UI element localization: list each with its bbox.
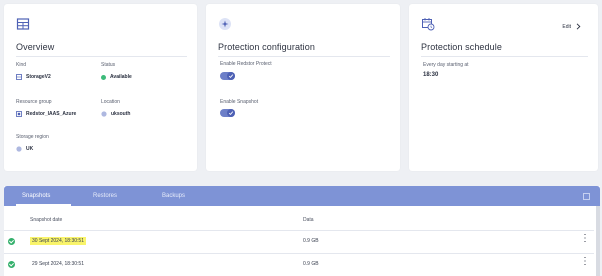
- kind-value: StorageV2: [16, 74, 51, 80]
- schedule-time-value: 18:30: [423, 72, 439, 78]
- data-size-cell: 0.9 GB: [303, 261, 319, 267]
- schedule-card: Edit Protection schedule Every day start…: [409, 4, 598, 171]
- location-label: Location: [101, 99, 120, 105]
- divider: [16, 56, 187, 57]
- storage-region-label: Storage region: [16, 134, 49, 140]
- edit-label: Edit: [562, 23, 571, 30]
- expand-icon[interactable]: [583, 193, 590, 200]
- status-dot-icon: [101, 74, 106, 80]
- more-options-icon[interactable]: ⋮: [580, 257, 590, 267]
- divider: [218, 56, 390, 57]
- kind-label: Kind: [16, 62, 27, 68]
- kind-value-text: StorageV2: [26, 74, 51, 80]
- check-icon: [227, 72, 235, 80]
- status-label: Status: [101, 62, 116, 68]
- protection-card: Protection configuration Enable Redstor …: [206, 4, 400, 171]
- snapshot-date-cell: 30 Sept 2024, 18:30:51: [30, 237, 86, 245]
- table-row[interactable]: 30 Sept 2024, 18:30:51 0.9 GB ⋮: [4, 231, 594, 253]
- table-row[interactable]: 29 Sept 2024, 18:30:51 0.9 GB ⋮: [4, 254, 594, 276]
- storage-icon: [16, 74, 22, 80]
- snapshot-toggle[interactable]: [220, 109, 235, 117]
- location-value: uksouth: [101, 111, 130, 117]
- tab-bar: Snapshots Restores Backups: [4, 186, 600, 206]
- divider: [421, 56, 588, 57]
- success-check-icon: [8, 238, 15, 245]
- snapshot-date-cell: 29 Sept 2024, 18:30:51: [32, 261, 84, 267]
- snapshot-label: Enable Snapshot: [220, 99, 259, 105]
- active-tab-indicator: [16, 204, 71, 206]
- storage-region-value: UK: [16, 146, 33, 152]
- table-icon: [16, 18, 30, 30]
- chevron-right-icon: [576, 23, 581, 30]
- overview-title: Overview: [16, 42, 55, 52]
- status-value: Available: [101, 74, 132, 80]
- column-header-snapshot-date[interactable]: Snapshot date: [30, 217, 62, 223]
- status-value-text: Available: [110, 74, 132, 80]
- schedule-title: Protection schedule: [421, 42, 502, 52]
- redstor-protect-toggle[interactable]: [220, 72, 235, 80]
- location-value-text: uksouth: [111, 111, 131, 117]
- tab-restores[interactable]: Restores: [93, 186, 117, 206]
- edit-schedule-button[interactable]: Edit: [562, 23, 581, 30]
- overview-card: Overview Kind StorageV2 Status Available…: [4, 4, 197, 171]
- storage-region-value-text: UK: [26, 146, 34, 152]
- more-options-icon[interactable]: ⋮: [580, 234, 590, 244]
- globe-icon: [101, 111, 107, 117]
- resource-group-value: Redstor_IAAS_Azure: [16, 111, 76, 117]
- column-header-data[interactable]: Data: [303, 217, 314, 223]
- globe-icon: [16, 146, 22, 152]
- protection-title: Protection configuration: [218, 42, 315, 52]
- data-size-cell: 0.9 GB: [303, 238, 319, 244]
- schedule-frequency-label: Every day starting at: [423, 62, 469, 68]
- check-icon: [227, 109, 235, 117]
- protection-icon: [219, 18, 231, 30]
- success-check-icon: [8, 261, 15, 268]
- scrollbar[interactable]: [596, 206, 600, 276]
- tab-snapshots[interactable]: Snapshots: [22, 186, 50, 206]
- redstor-protect-label: Enable Redstor Protect: [220, 61, 272, 67]
- resource-group-label: Resource group: [16, 99, 52, 105]
- snapshots-panel: Snapshots Restores Backups Snapshot date…: [4, 186, 600, 276]
- tab-backups[interactable]: Backups: [162, 186, 185, 206]
- resource-group-value-text: Redstor_IAAS_Azure: [26, 111, 77, 117]
- resource-group-icon: [16, 111, 22, 117]
- calendar-clock-icon: [422, 18, 435, 31]
